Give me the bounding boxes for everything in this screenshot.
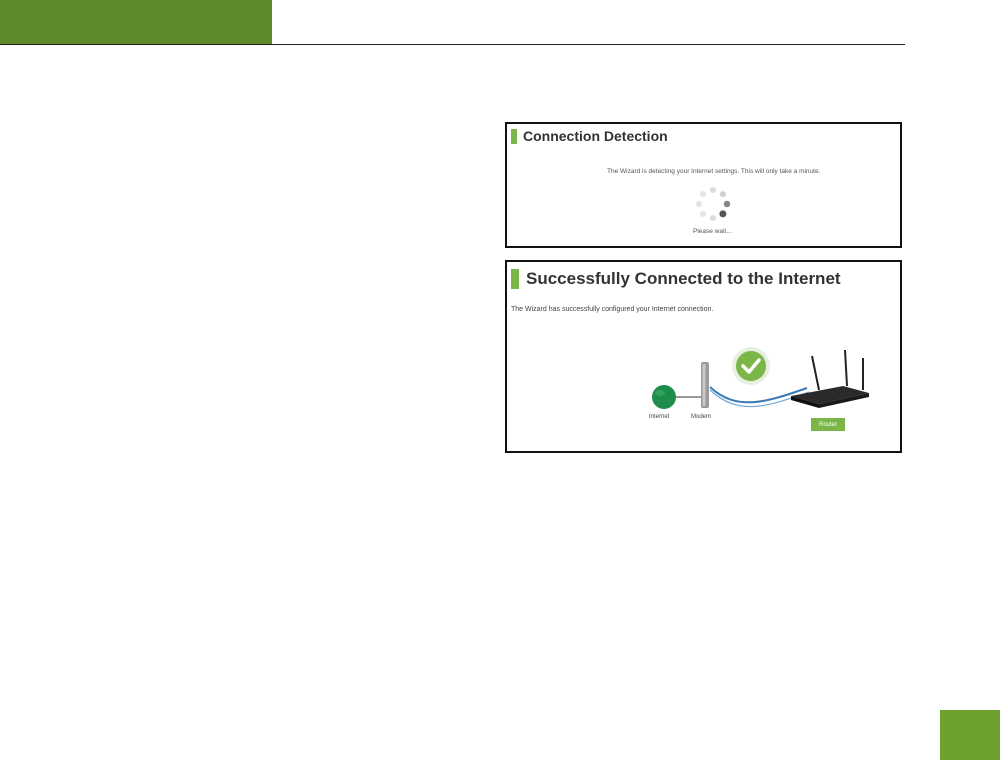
loading-spinner-icon bbox=[696, 187, 731, 221]
modem-label: Modem bbox=[691, 414, 712, 420]
router-button[interactable]: Router bbox=[811, 418, 845, 431]
checkmark-icon bbox=[732, 347, 770, 385]
heading-accent-bar bbox=[511, 128, 517, 144]
internet-label: Internet bbox=[649, 414, 670, 420]
connection-detection-title: Connection Detection bbox=[523, 128, 668, 144]
detection-message: The Wizard is detecting your Internet se… bbox=[607, 168, 821, 175]
header-rule bbox=[0, 44, 905, 45]
connection-detection-screenshot: Connection Detection The Wizard is detec… bbox=[505, 122, 902, 248]
header-tab bbox=[0, 0, 272, 44]
router-icon bbox=[791, 349, 869, 408]
please-wait-text: Please wait... bbox=[693, 228, 732, 235]
page-number-badge bbox=[940, 710, 1000, 760]
connection-detection-heading: Connection Detection bbox=[511, 128, 668, 144]
connection-success-screenshot: Successfully Connected to the Internet T… bbox=[505, 260, 902, 453]
globe-icon bbox=[652, 385, 676, 409]
modem-icon bbox=[701, 362, 709, 408]
